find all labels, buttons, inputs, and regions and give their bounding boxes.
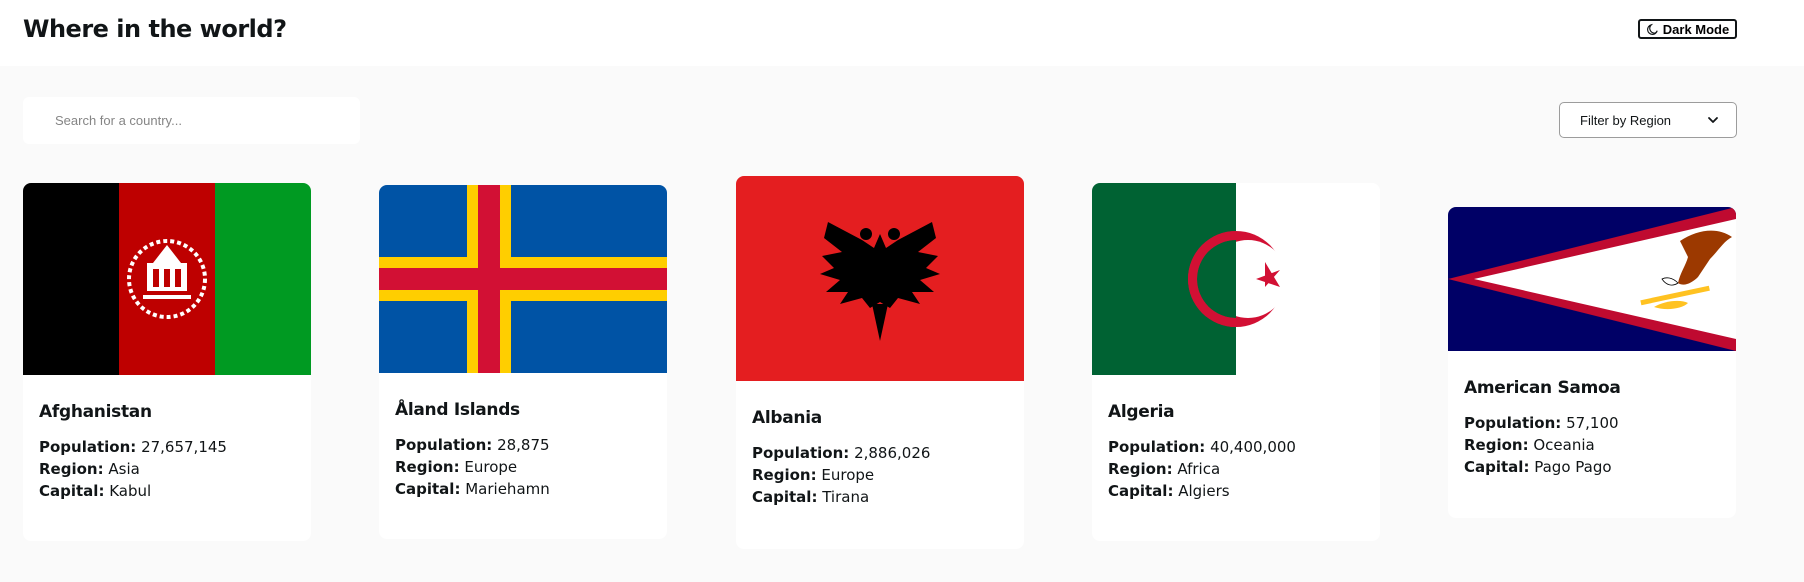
country-name: Afghanistan [39, 402, 152, 422]
region-label: Region: [1108, 460, 1173, 478]
region-value: Africa [1177, 460, 1221, 478]
population-label: Population: [752, 444, 850, 462]
country-card[interactable]: Albania Population: 2,886,026 Region: Eu… [736, 176, 1024, 549]
flag-afghanistan-image [23, 183, 311, 375]
capital-label: Capital: [39, 482, 105, 500]
population-value: 40,400,000 [1210, 438, 1296, 456]
region-label: Region: [1464, 436, 1529, 454]
capital-value: Mariehamn [465, 480, 550, 498]
capital-label: Capital: [1108, 482, 1174, 500]
flag-aland-islands-image [379, 185, 667, 373]
dark-mode-label: Dark Mode [1662, 21, 1730, 37]
country-card[interactable]: Åland Islands Population: 28,875 Region:… [379, 185, 667, 539]
moon-icon [1646, 23, 1658, 35]
country-card[interactable]: American Samoa Population: 57,100 Region… [1448, 207, 1736, 518]
capital-label: Capital: [1464, 458, 1530, 476]
capital-value: Pago Pago [1534, 458, 1612, 476]
region-label: Region: [395, 458, 460, 476]
region-filter-dropdown[interactable]: Filter by Region [1559, 102, 1737, 138]
population-label: Population: [39, 438, 137, 456]
flag-american-samoa-image [1448, 207, 1736, 351]
region-value: Europe [464, 458, 518, 476]
region-value: Asia [108, 460, 140, 478]
search-input[interactable] [23, 97, 360, 144]
flag-algeria-image [1092, 183, 1380, 375]
app-title: Where in the world? [23, 15, 287, 43]
region-label: Region: [752, 466, 817, 484]
app-header: Where in the world? Dark Mode [0, 0, 1804, 66]
capital-value: Tirana [822, 488, 870, 506]
country-name: Algeria [1108, 402, 1175, 422]
country-name: Albania [752, 408, 822, 428]
capital-label: Capital: [752, 488, 818, 506]
population-label: Population: [395, 436, 493, 454]
region-label: Region: [39, 460, 104, 478]
country-name: Åland Islands [395, 400, 520, 420]
population-value: 27,657,145 [141, 438, 227, 456]
dark-mode-toggle[interactable]: Dark Mode [1638, 19, 1737, 39]
flag-albania-image [736, 176, 1024, 381]
country-name: American Samoa [1464, 378, 1621, 398]
region-value: Europe [821, 466, 875, 484]
capital-label: Capital: [395, 480, 461, 498]
capital-value: Algiers [1178, 482, 1230, 500]
region-value: Oceania [1533, 436, 1595, 454]
filter-label: Filter by Region [1580, 112, 1672, 128]
country-card[interactable]: Afghanistan Population: 27,657,145 Regio… [23, 183, 311, 541]
population-value: 57,100 [1566, 414, 1619, 432]
capital-value: Kabul [109, 482, 152, 500]
country-card[interactable]: Algeria Population: 40,400,000 Region: A… [1092, 183, 1380, 541]
population-label: Population: [1464, 414, 1562, 432]
chevron-down-icon [1708, 117, 1718, 123]
search-box [23, 97, 360, 144]
population-label: Population: [1108, 438, 1206, 456]
population-value: 28,875 [497, 436, 550, 454]
population-value: 2,886,026 [854, 444, 931, 462]
